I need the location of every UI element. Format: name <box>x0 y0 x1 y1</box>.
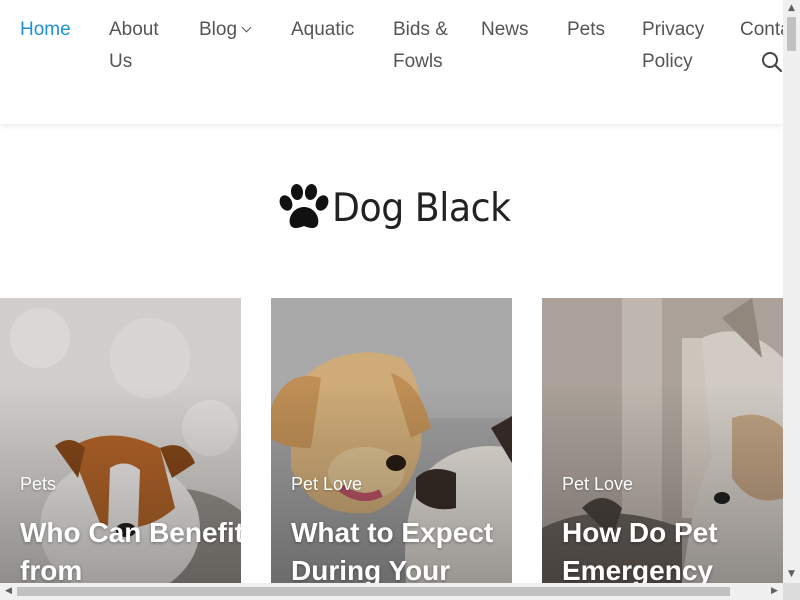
page-viewport: Home About Us Blog Aquatic Bids & Fowls … <box>0 0 783 583</box>
paw-icon <box>279 184 329 228</box>
post-card[interactable]: Pet Love How Do Pet Emergency <box>542 298 783 583</box>
post-card[interactable]: Pet Love What to Expect During Your <box>271 298 512 583</box>
scroll-right-arrow-icon[interactable]: ▶ <box>766 583 783 600</box>
nav-news[interactable]: News <box>481 14 529 46</box>
nav-about-us-label: About Us <box>109 19 159 72</box>
nav-bids-fowls[interactable]: Bids & Fowls <box>393 14 451 77</box>
nav-pets-label: Pets <box>567 19 606 40</box>
search-icon[interactable] <box>761 51 783 73</box>
nav-privacy-policy[interactable]: Privacy Policy <box>642 14 714 77</box>
scroll-down-arrow-icon[interactable]: ▼ <box>783 566 800 583</box>
post-card[interactable]: Pets Who Can Benefit from <box>0 298 241 583</box>
horizontal-scroll-thumb[interactable] <box>17 587 730 596</box>
nav-pets[interactable]: Pets <box>567 14 605 46</box>
vertical-scrollbar[interactable]: ▲ ▼ <box>783 0 800 583</box>
nav-bids-fowls-label: Bids & Fowls <box>393 19 448 72</box>
post-title[interactable]: Who Can Benefit from <box>20 514 241 583</box>
scrollbar-corner <box>783 583 800 600</box>
scroll-left-arrow-icon[interactable]: ◀ <box>0 583 17 600</box>
vertical-scroll-thumb[interactable] <box>787 17 796 51</box>
nav-news-label: News <box>481 19 529 40</box>
nav-privacy-policy-label: Privacy Policy <box>642 19 705 72</box>
scroll-up-arrow-icon[interactable]: ▲ <box>783 0 800 17</box>
post-category[interactable]: Pet Love <box>562 474 633 495</box>
nav-blog-label: Blog <box>199 19 238 40</box>
post-category[interactable]: Pet Love <box>291 474 362 495</box>
site-logo[interactable]: Dog Black <box>276 182 524 234</box>
logo-text: Dog Black <box>332 185 511 231</box>
nav-about-us[interactable]: About Us <box>109 14 171 77</box>
horizontal-scrollbar[interactable]: ◀ ▶ <box>0 583 783 600</box>
nav-aquatic-label: Aquatic <box>291 19 355 40</box>
post-category[interactable]: Pets <box>20 474 56 495</box>
post-title[interactable]: What to Expect During Your <box>291 514 512 583</box>
nav-blog[interactable]: Blog <box>199 14 252 46</box>
nav-home-label: Home <box>20 19 71 40</box>
post-title[interactable]: How Do Pet Emergency <box>562 514 783 583</box>
nav-contact-label: Contact <box>740 19 783 40</box>
nav-aquatic[interactable]: Aquatic <box>291 14 354 46</box>
nav-home[interactable]: Home <box>20 14 71 46</box>
site-header: Home About Us Blog Aquatic Bids & Fowls … <box>0 0 783 124</box>
chevron-down-icon <box>241 22 252 33</box>
nav-contact[interactable]: Contact <box>740 14 783 46</box>
